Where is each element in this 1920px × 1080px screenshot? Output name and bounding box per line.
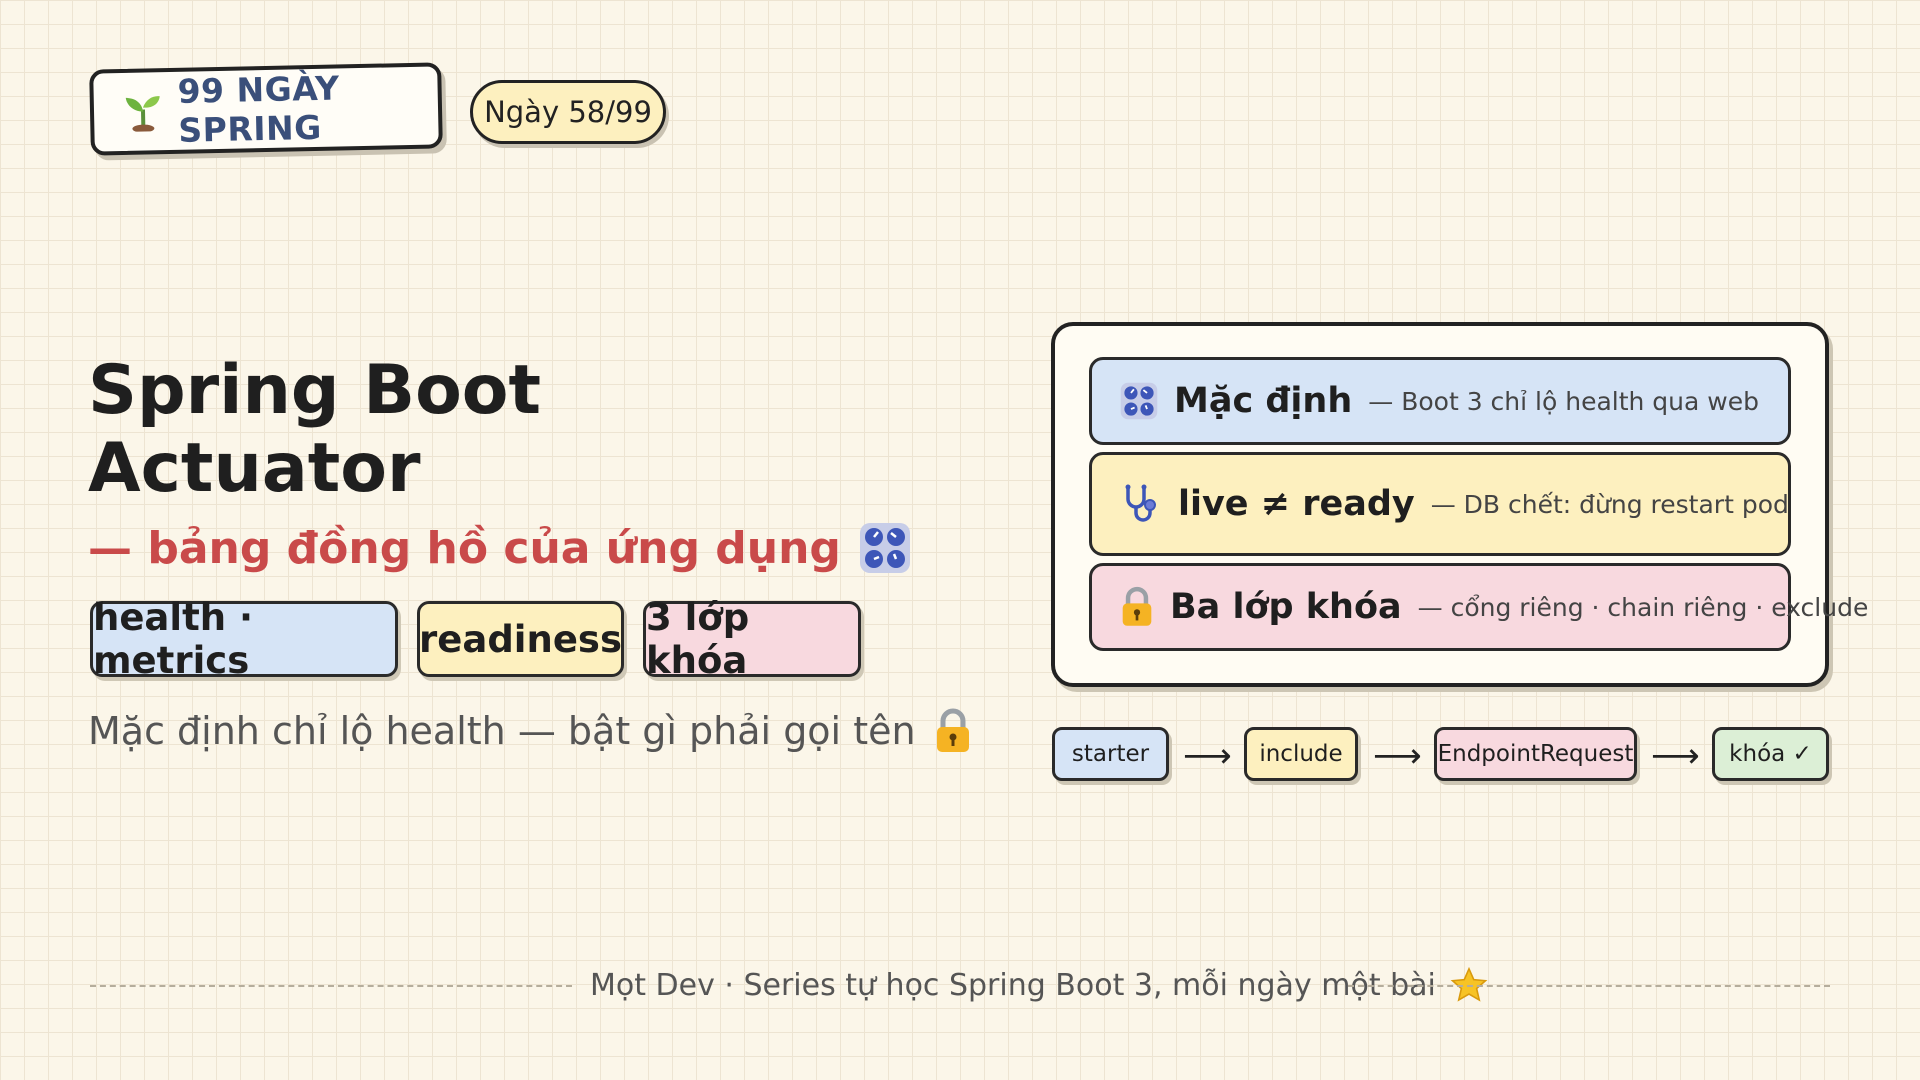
- flow-step-include: include: [1244, 727, 1358, 781]
- stethoscope-icon: [1120, 483, 1162, 525]
- gauges-icon: [1120, 382, 1158, 420]
- brand-badge: 99 NGÀY SPRING: [89, 62, 443, 156]
- tag-readiness: readiness: [417, 601, 624, 677]
- row-description: — cổng riêng · chain riêng · exclude: [1417, 592, 1869, 622]
- note-line: Mặc định chỉ lộ health — bật gì phải gọi…: [88, 708, 972, 754]
- sprout-icon: [124, 91, 163, 132]
- note-text: Mặc định chỉ lộ health — bật gì phải gọi…: [88, 709, 916, 753]
- panel-row-live-ready: live ≠ ready — DB chết: đừng restart pod: [1089, 452, 1791, 556]
- tag-health-metrics: health · metrics: [90, 596, 398, 682]
- footer-divider-left: [90, 985, 572, 987]
- day-counter-badge: Ngày 58/99: [470, 80, 666, 144]
- panel-row-default: Mặc định — Boot 3 chỉ lộ health qua web: [1089, 357, 1791, 445]
- footer-divider-right: [1348, 985, 1830, 987]
- arrow-right-icon: ⟶: [1651, 736, 1700, 776]
- flow-step-starter: starter: [1052, 727, 1169, 781]
- row-title: live ≠ ready: [1178, 484, 1415, 524]
- row-description: — Boot 3 chỉ lộ health qua web: [1368, 386, 1759, 416]
- footer-text: Mọt Dev · Series tự học Spring Boot 3, m…: [590, 967, 1436, 1003]
- subtitle: — bảng đồng hồ của ứng dụng: [88, 522, 911, 574]
- arrow-right-icon: ⟶: [1373, 736, 1422, 776]
- row-title: Ba lớp khóa: [1170, 587, 1402, 627]
- panel-row-three-locks: Ba lớp khóa — cổng riêng · chain riêng ·…: [1089, 563, 1868, 651]
- gauges-icon: [859, 522, 911, 574]
- page-title: Spring Boot Actuator: [88, 352, 688, 508]
- footer: Mọt Dev · Series tự học Spring Boot 3, m…: [590, 966, 1488, 1004]
- title-line-1: Spring Boot: [88, 351, 542, 430]
- lock-icon: [1120, 586, 1154, 628]
- lock-icon: [934, 708, 972, 754]
- title-line-2: Actuator: [88, 429, 421, 508]
- brand-title: 99 NGÀY SPRING: [177, 68, 340, 150]
- flow-step-endpoint-request: EndpointRequest: [1434, 727, 1637, 781]
- arrow-right-icon: ⟶: [1183, 736, 1232, 776]
- tag-three-locks: 3 lớp khóa: [643, 596, 861, 682]
- flow-step-khoa: khóa ✓: [1712, 727, 1829, 781]
- subtitle-text: — bảng đồng hồ của ứng dụng: [88, 522, 841, 574]
- row-title: Mặc định: [1174, 381, 1353, 421]
- row-description: — DB chết: đừng restart pod: [1430, 489, 1789, 519]
